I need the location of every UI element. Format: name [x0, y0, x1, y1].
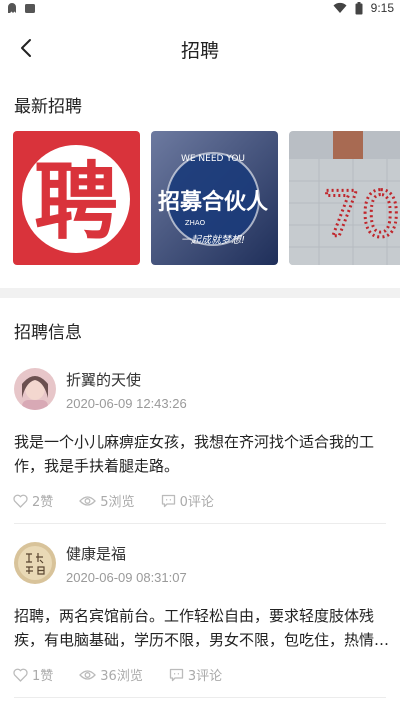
- comment-icon: [161, 494, 175, 507]
- section-divider: [0, 288, 400, 298]
- banner-pin-graphic: 聘: [13, 131, 140, 265]
- post-divider: [14, 523, 386, 524]
- avatar-girl-image: [14, 368, 56, 410]
- page-title: 招聘: [180, 40, 219, 62]
- status-bar: 9:15: [0, 0, 400, 16]
- views-stat: 36浏览: [79, 665, 143, 684]
- banner-crowd-graphic: 70: [289, 131, 400, 265]
- post-divider: [14, 697, 386, 698]
- banner-crowd[interactable]: 70: [289, 131, 400, 265]
- heart-icon: [13, 668, 28, 682]
- battery-icon: [355, 1, 363, 14]
- banner-partner-graphic: WE NEED YOU 招募合伙人 ZHAO 一起成就梦想!: [151, 131, 278, 265]
- notification-ghost-icon: [8, 3, 16, 13]
- post-content[interactable]: 我是一个小儿麻痹症女孩，我想在齐河找个适合我的工作，我是手扶着腿走路。: [14, 430, 392, 478]
- banner-crowd-text: 70: [322, 178, 400, 251]
- post-time: 2020-06-09 12:43:26: [66, 396, 187, 411]
- post-stats: 1赞 36浏览 3评论: [13, 665, 248, 684]
- views-stat: 5浏览: [79, 491, 135, 510]
- avatar[interactable]: [14, 542, 56, 584]
- comment-count: 3评论: [187, 669, 223, 684]
- post-username[interactable]: 健康是福: [66, 543, 126, 564]
- like-count: 1赞: [32, 669, 54, 684]
- post-item[interactable]: 折翼的天使 2020-06-09 12:43:26 我是一个小儿麻痹症女孩，我想…: [0, 352, 400, 524]
- wifi-icon: [333, 2, 347, 14]
- heart-icon: [13, 494, 28, 508]
- comment-count: 0评论: [179, 495, 214, 510]
- like-count: 2赞: [32, 495, 54, 510]
- eye-icon: [79, 495, 97, 506]
- avatar-calligraphy-image: [14, 542, 56, 584]
- banner-pin[interactable]: 聘: [13, 131, 140, 265]
- banner-partner-headline: 招募合伙人: [158, 189, 268, 215]
- section-title-latest: 最新招聘: [14, 97, 82, 117]
- eye-icon: [79, 669, 97, 680]
- view-count: 36浏览: [100, 669, 143, 684]
- comment-button[interactable]: 0评论: [161, 491, 214, 510]
- like-button[interactable]: 1赞: [13, 665, 53, 684]
- like-button[interactable]: 2赞: [13, 491, 53, 510]
- post-item[interactable]: 健康是福 2020-06-09 08:31:07 招聘，两名宾馆前台。工作轻松自…: [0, 526, 400, 698]
- post-content[interactable]: 招聘，两名宾馆前台。工作轻松自由，要求轻度肢体残疾，有电脑基础，学历不限，男女不…: [14, 604, 392, 652]
- section-title-info: 招聘信息: [14, 323, 82, 343]
- banner-partner-top: WE NEED YOU: [181, 154, 245, 164]
- banner-pin-char: 聘: [34, 153, 118, 251]
- post-stats: 2赞 5浏览 0评论: [13, 491, 240, 510]
- notification-square-icon: [25, 4, 35, 13]
- view-count: 5浏览: [100, 495, 135, 510]
- post-username[interactable]: 折翼的天使: [66, 369, 141, 390]
- banner-partner-tag: ZHAO: [185, 219, 206, 227]
- status-right: 9:15: [333, 1, 394, 15]
- comment-icon: [169, 668, 183, 681]
- comment-button[interactable]: 3评论: [169, 665, 222, 684]
- status-notifications: [6, 2, 36, 14]
- nav-bar: 招聘: [0, 22, 400, 76]
- status-time: 9:15: [370, 1, 394, 15]
- banner-partner-sub: 一起成就梦想!: [181, 234, 245, 246]
- avatar[interactable]: [14, 368, 56, 410]
- post-time: 2020-06-09 08:31:07: [66, 570, 187, 585]
- banner-carousel[interactable]: 聘 WE NEED YOU 招募合伙人 ZHAO 一起成就梦想! 70: [13, 131, 400, 265]
- banner-partner[interactable]: WE NEED YOU 招募合伙人 ZHAO 一起成就梦想!: [151, 131, 278, 265]
